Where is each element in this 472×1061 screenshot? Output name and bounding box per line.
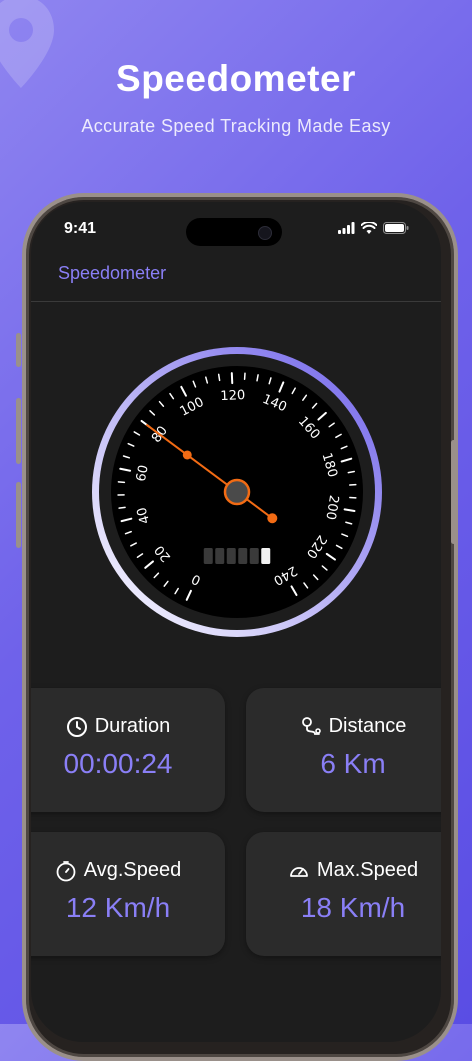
status-icons	[338, 222, 409, 234]
dial-tick-label: 60	[134, 464, 152, 483]
hero-subtitle: Accurate Speed Tracking Made Easy	[0, 116, 472, 137]
status-time: 9:41	[64, 220, 96, 238]
hero-title: Speedometer	[0, 58, 472, 100]
dial-tick-label: 120	[220, 388, 245, 404]
app-bar-divider	[31, 301, 441, 302]
duration-card: Duration 00:00:24	[31, 688, 225, 812]
gear-segment	[204, 548, 213, 564]
dial-minor-tick	[219, 374, 220, 380]
gear-segment	[227, 548, 236, 564]
dial-minor-tick	[119, 507, 125, 508]
distance-value: 6 Km	[246, 748, 441, 780]
volume-up-button	[16, 398, 21, 464]
avg-speed-value: 12 Km/h	[31, 892, 225, 924]
needle-marker-dot	[183, 450, 192, 459]
dial-minor-tick	[118, 482, 124, 483]
route-pin-icon	[300, 716, 322, 738]
gear-segment	[250, 548, 259, 564]
duration-label: Duration	[95, 715, 171, 738]
app-bar-title: Speedometer	[58, 263, 166, 284]
battery-icon	[383, 222, 409, 234]
avg-speed-card: Avg.Speed 12 Km/h	[31, 832, 225, 956]
max-speed-value: 18 Km/h	[246, 892, 441, 924]
dial-minor-tick	[257, 375, 258, 381]
camera-icon	[258, 226, 272, 240]
max-speed-label: Max.Speed	[317, 859, 418, 882]
distance-card: Distance 6 Km	[246, 688, 441, 812]
dial-minor-tick	[348, 472, 354, 473]
avg-speed-label: Avg.Speed	[84, 859, 182, 882]
duration-label-row: Duration	[31, 715, 225, 738]
clock-icon	[66, 716, 88, 738]
stopwatch-icon	[55, 860, 77, 882]
distance-label-row: Distance	[246, 715, 441, 738]
dynamic-island	[186, 218, 282, 246]
distance-label: Distance	[329, 715, 407, 738]
power-button	[451, 440, 456, 544]
max-speed-label-row: Max.Speed	[246, 859, 441, 882]
avg-speed-label-row: Avg.Speed	[31, 859, 225, 882]
speedometer-gauge: 020406080100120140160180200220240	[88, 343, 386, 641]
needle-hub	[225, 480, 249, 504]
phone-screen: 9:41 Speedometer	[31, 202, 441, 1042]
gear-segment-active	[261, 548, 270, 564]
max-speed-card: Max.Speed 18 Km/h	[246, 832, 441, 956]
duration-value: 00:00:24	[31, 748, 225, 780]
gear-segment	[238, 548, 247, 564]
cellular-signal-icon	[338, 222, 355, 234]
action-button	[16, 333, 21, 367]
gauge-icon	[288, 860, 310, 882]
gear-segment	[215, 548, 224, 564]
needle-tail-dot	[267, 513, 277, 523]
volume-down-button	[16, 482, 21, 548]
wifi-icon	[361, 222, 377, 234]
